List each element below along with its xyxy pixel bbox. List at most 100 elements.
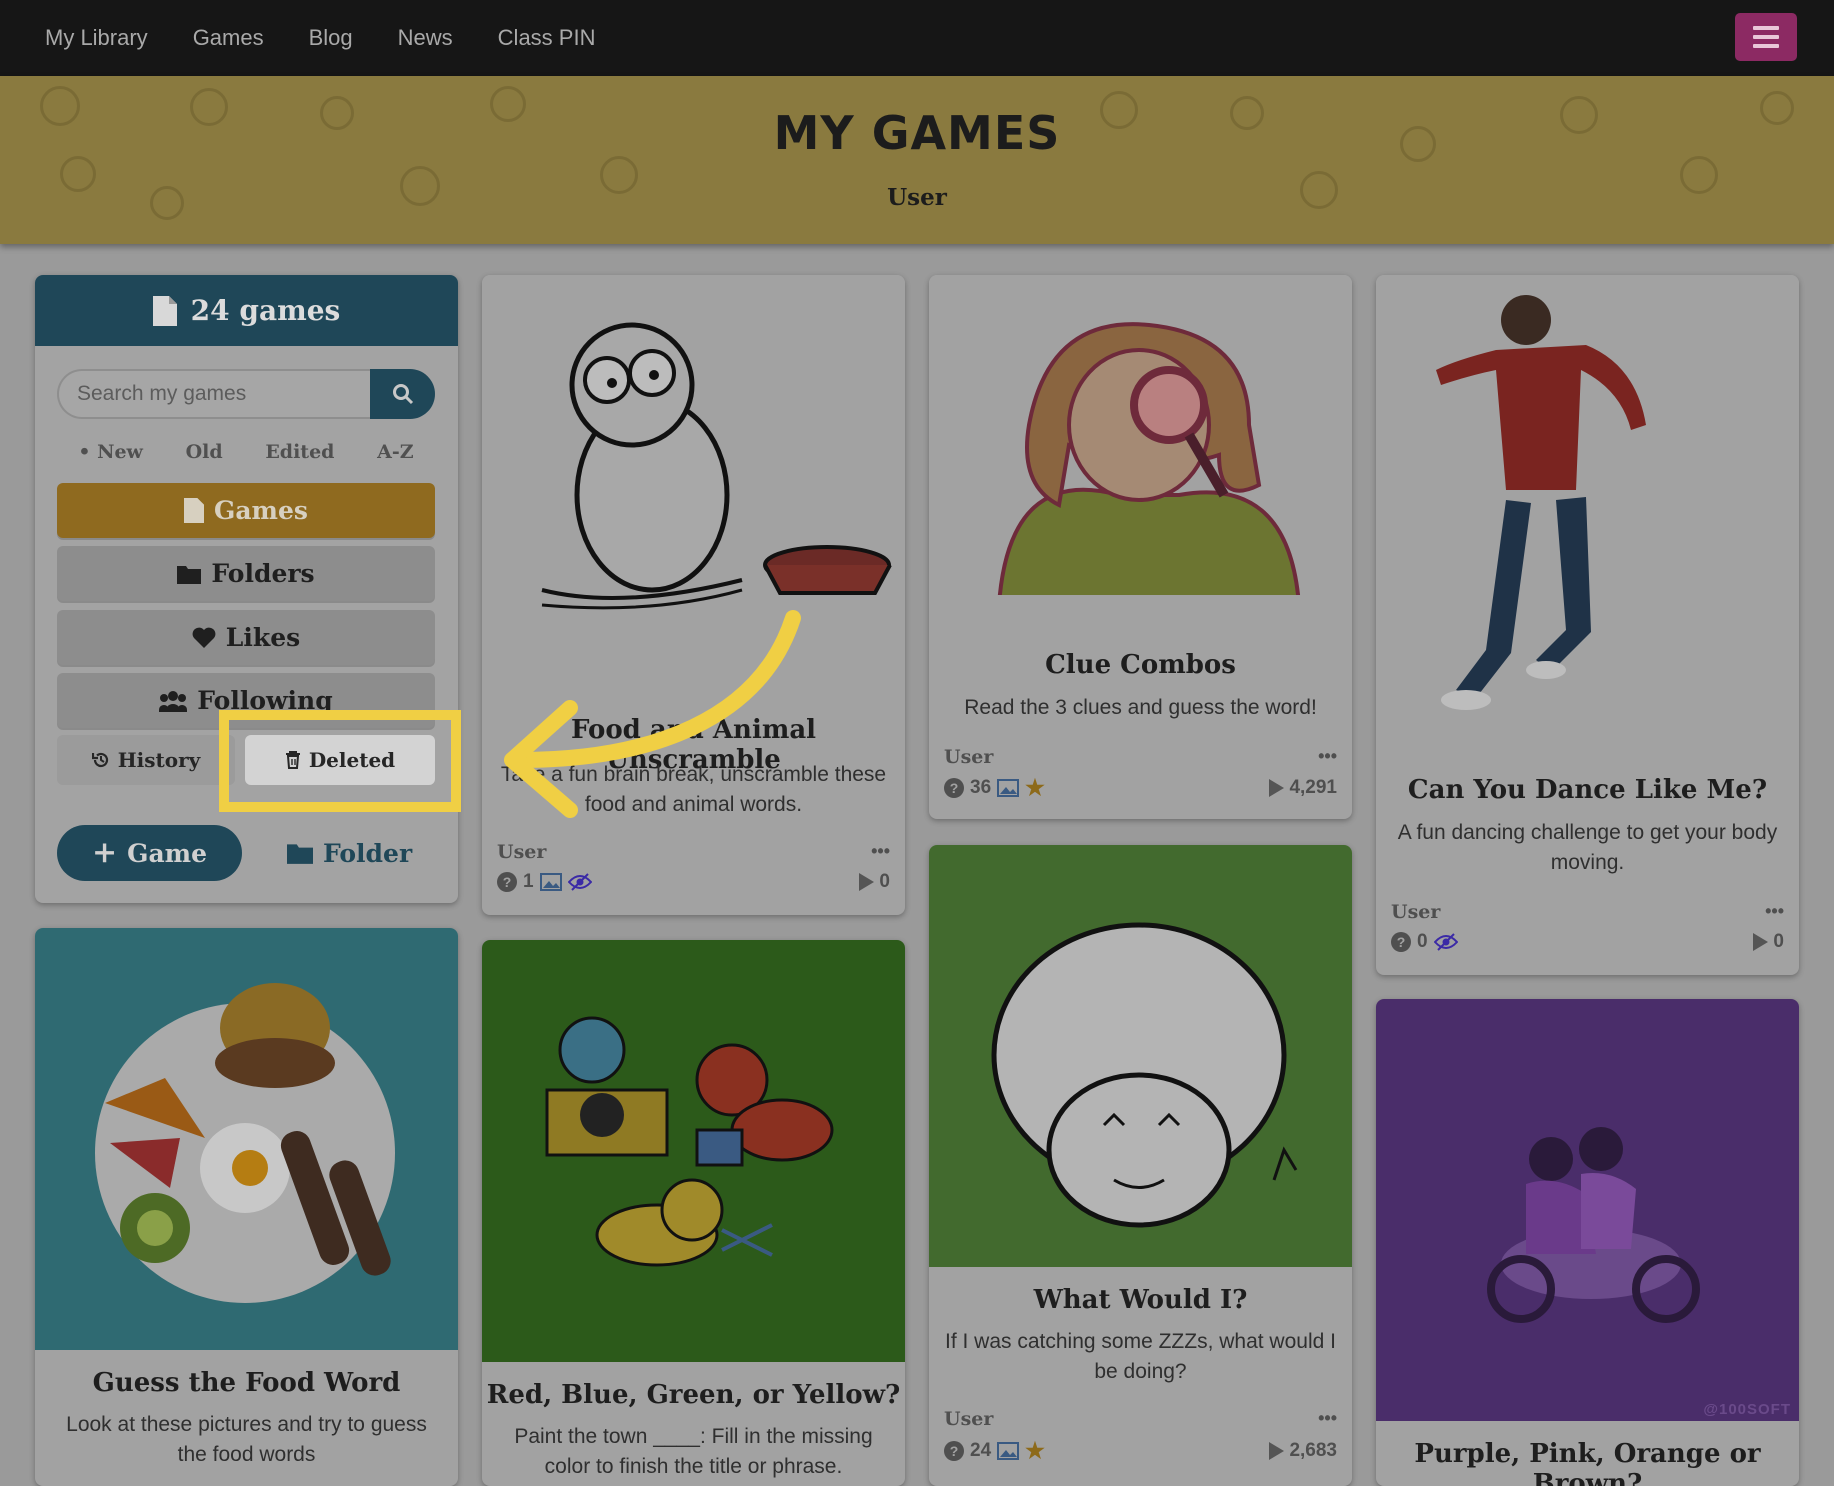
- nav-games[interactable]: Games: [193, 25, 264, 51]
- question-icon: ?: [497, 872, 517, 892]
- play-count: 0: [1753, 931, 1784, 953]
- image-icon: [997, 779, 1020, 797]
- thumbnail-watermark: @100SOFT: [1703, 1401, 1791, 1418]
- game-card[interactable]: @100SOFT Purple, Pink, Orange or Brown?: [1376, 999, 1799, 1486]
- nav-news[interactable]: News: [398, 25, 453, 51]
- sidebar-folders-label: Folders: [211, 559, 315, 588]
- games-count-header: 24 games: [35, 275, 458, 346]
- game-title: What Would I?: [1033, 1285, 1248, 1315]
- game-author: User: [944, 746, 994, 768]
- game-author: User: [497, 841, 547, 863]
- more-options-icon[interactable]: •••: [1765, 901, 1784, 922]
- image-icon: [539, 873, 562, 891]
- pointer-arrow-icon: [504, 610, 801, 818]
- game-thumbnail: [35, 928, 458, 1350]
- heart-icon: [192, 627, 216, 648]
- games-count: 24 games: [190, 294, 341, 327]
- plus-icon: +: [91, 835, 118, 870]
- page-title: MY GAMES: [773, 106, 1061, 160]
- search-icon: [392, 384, 413, 405]
- question-icon: ?: [944, 1441, 964, 1461]
- game-card[interactable]: Red, Blue, Green, or Yellow? Paint the t…: [482, 940, 905, 1486]
- more-options-icon[interactable]: •••: [1318, 746, 1337, 767]
- nav-my-library[interactable]: My Library: [45, 25, 148, 51]
- add-game-button[interactable]: + Game: [57, 825, 242, 881]
- game-description: A fun dancing challenge to get your body…: [1397, 821, 1778, 874]
- search-input[interactable]: Search my games: [57, 369, 370, 419]
- question-icon: ?: [1391, 932, 1411, 952]
- game-card[interactable]: Can You Dance Like Me? A fun dancing cha…: [1376, 275, 1799, 975]
- folder-icon: [177, 565, 202, 584]
- game-author: User: [1391, 901, 1441, 923]
- sidebar-folders-button[interactable]: Folders: [57, 546, 435, 601]
- play-count-value: 0: [1773, 931, 1784, 952]
- hamburger-menu-icon[interactable]: [1735, 13, 1797, 61]
- sort-a-z[interactable]: A-Z: [377, 441, 414, 463]
- game-title: Red, Blue, Green, or Yellow?: [486, 1380, 901, 1410]
- history-label: History: [117, 748, 201, 772]
- game-card[interactable]: Clue Combos Read the 3 clues and guess t…: [929, 275, 1352, 819]
- game-description: Read the 3 clues and guess the word!: [964, 696, 1317, 719]
- question-count: 1: [523, 871, 534, 892]
- hidden-eye-icon: [1433, 933, 1458, 951]
- game-card[interactable]: Guess the Food Word Look at these pictur…: [35, 928, 458, 1486]
- more-options-icon[interactable]: •••: [871, 841, 890, 862]
- game-description: If I was catching some ZZZs, what would …: [945, 1330, 1336, 1383]
- play-count-value: 2,683: [1289, 1440, 1337, 1461]
- document-icon: [184, 498, 204, 523]
- sort-edited[interactable]: Edited: [265, 441, 334, 463]
- sidebar-likes-button[interactable]: Likes: [57, 610, 435, 665]
- page-banner: MY GAMES User: [0, 76, 1834, 244]
- hidden-eye-icon: [567, 873, 592, 891]
- folder-icon: [287, 844, 313, 864]
- history-icon: [91, 752, 108, 768]
- game-thumbnail: [929, 845, 1352, 1267]
- play-icon: [859, 873, 875, 891]
- play-count: 0: [859, 871, 890, 893]
- search-button[interactable]: [370, 369, 435, 419]
- image-icon: [997, 1442, 1020, 1460]
- question-count: 24: [970, 1440, 992, 1461]
- play-icon: [1269, 1442, 1285, 1460]
- users-icon: [159, 690, 188, 712]
- sort-new[interactable]: • New: [78, 441, 143, 463]
- game-card[interactable]: What Would I? If I was catching some ZZZ…: [929, 845, 1352, 1486]
- play-icon: [1753, 933, 1769, 951]
- add-folder-label: Folder: [323, 838, 413, 868]
- game-stats: ? 36 ★ 4,291: [944, 775, 1337, 801]
- game-thumbnail: [1376, 999, 1799, 1421]
- game-description: Paint the town ____: Fill in the missing…: [514, 1425, 873, 1478]
- page-subtitle: User: [887, 184, 947, 211]
- game-stats: ? 0 0: [1391, 931, 1784, 953]
- sidebar-games-button[interactable]: Games: [57, 483, 435, 538]
- document-icon: [152, 295, 177, 326]
- question-icon: ?: [944, 778, 964, 798]
- nav-blog[interactable]: Blog: [309, 25, 353, 51]
- sidebar-likes-label: Likes: [225, 623, 301, 652]
- add-folder-button[interactable]: Folder: [287, 825, 412, 881]
- deleted-highlight-box: [219, 710, 461, 812]
- nav-class-pin[interactable]: Class PIN: [498, 25, 596, 51]
- game-thumbnail: [482, 940, 905, 1362]
- game-stats: ? 1 0: [497, 871, 890, 893]
- game-title: Purple, Pink, Orange or Brown?: [1414, 1439, 1761, 1486]
- more-options-icon[interactable]: •••: [1318, 1408, 1337, 1429]
- top-nav: My Library Games Blog News Class PIN: [0, 0, 1834, 76]
- history-button[interactable]: History: [57, 735, 235, 785]
- sort-options: • New Old Edited A-Z: [57, 441, 435, 463]
- game-stats: ? 24 ★ 2,683: [944, 1438, 1337, 1464]
- play-count: 4,291: [1269, 777, 1337, 799]
- game-description: Look at these pictures and try to guess …: [66, 1413, 427, 1466]
- game-author: User: [944, 1408, 994, 1430]
- sort-old[interactable]: Old: [186, 441, 223, 463]
- play-count-value: 4,291: [1289, 777, 1337, 798]
- question-count: 0: [1417, 931, 1428, 952]
- play-icon: [1269, 779, 1285, 797]
- game-title: Clue Combos: [1045, 650, 1236, 680]
- play-count: 2,683: [1269, 1440, 1337, 1462]
- play-count-value: 0: [879, 871, 890, 892]
- game-thumbnail: [1376, 275, 1799, 755]
- search-bar: Search my games: [57, 369, 435, 419]
- star-icon: ★: [1025, 775, 1045, 800]
- game-thumbnail: [929, 275, 1352, 595]
